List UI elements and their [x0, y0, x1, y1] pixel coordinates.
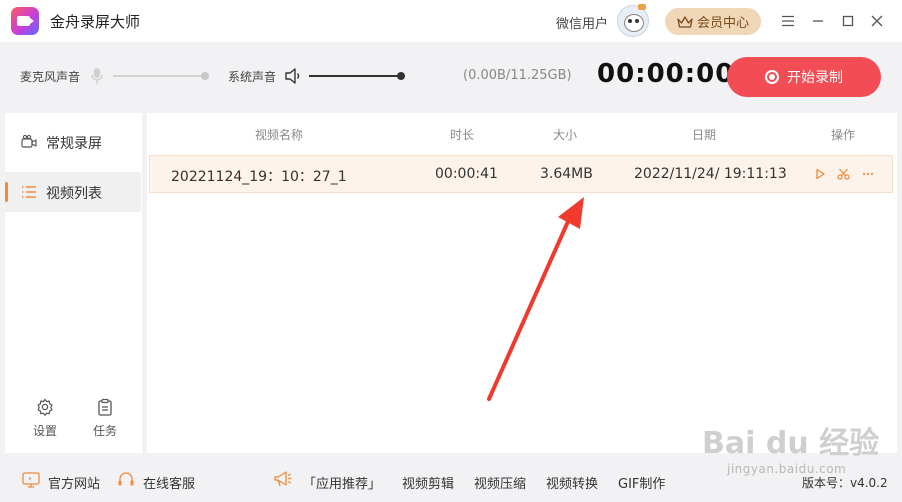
active-indicator	[5, 182, 8, 202]
record-dot-icon	[765, 70, 779, 84]
sidebar-item-label: 常规录屏	[46, 136, 102, 152]
column-header-date[interactable]: 日期	[692, 126, 716, 143]
mic-volume-slider[interactable]	[113, 75, 207, 77]
app-logo-icon	[11, 7, 39, 35]
sidebar-item-label: 视频列表	[46, 186, 102, 202]
menu-icon	[782, 15, 794, 27]
minimize-icon	[813, 20, 823, 22]
menu-button[interactable]	[778, 11, 798, 31]
mic-volume-label: 麦克风声音	[20, 70, 81, 84]
camera-icon	[21, 134, 37, 148]
column-header-name[interactable]: 视频名称	[255, 126, 303, 143]
play-icon[interactable]	[814, 168, 826, 180]
start-record-label: 开始录制	[787, 70, 843, 86]
footer-link-video-convert[interactable]: 视频转换	[546, 473, 598, 492]
close-button[interactable]	[867, 11, 887, 31]
scissors-icon[interactable]	[837, 168, 850, 180]
app-title: 金舟录屏大师	[50, 13, 141, 31]
footer-link-video-edit[interactable]: 视频剪辑	[402, 473, 454, 492]
storage-usage: (0.00B/11.25GB)	[463, 68, 572, 83]
system-volume-label: 系统声音	[228, 70, 277, 84]
minimize-button[interactable]	[808, 11, 828, 31]
vip-center-label: 会员中心	[696, 16, 749, 31]
tasks-button[interactable]: 任务	[88, 398, 122, 442]
crown-icon	[677, 15, 693, 28]
list-icon	[22, 186, 36, 198]
crown-badge-icon	[638, 4, 646, 10]
version-label: 版本号：v4.0.2	[802, 476, 888, 490]
more-icon[interactable]	[862, 168, 874, 180]
mic-volume-knob[interactable]	[201, 72, 209, 80]
video-duration-cell: 00:00:41	[435, 166, 498, 182]
footer-link-gif-maker[interactable]: GIF制作	[618, 473, 665, 492]
speaker-icon[interactable]	[284, 67, 302, 85]
column-header-size[interactable]: 大小	[553, 126, 577, 143]
user-name[interactable]: 微信用户	[556, 13, 608, 32]
official-website-link[interactable]: 官方网站	[48, 473, 100, 492]
monitor-icon	[22, 472, 40, 488]
column-header-actions: 操作	[831, 128, 856, 142]
footer-link-video-compress[interactable]: 视频压缩	[474, 473, 526, 492]
start-record-button[interactable]: 开始录制	[727, 57, 881, 97]
video-size-cell: 3.64MB	[540, 166, 593, 182]
clipboard-icon	[98, 398, 112, 416]
annotation-arrow	[487, 197, 584, 401]
app-recommend-link[interactable]: 「应用推荐」	[303, 473, 381, 492]
video-date-cell: 2022/11/24/ 19:11:13	[634, 166, 787, 182]
settings-button[interactable]: 设置	[28, 398, 62, 442]
maximize-icon	[842, 15, 854, 27]
sidebar-item-video-list[interactable]: 视频列表	[5, 172, 141, 212]
headset-icon	[118, 472, 134, 486]
gear-icon	[37, 398, 53, 416]
system-volume-slider[interactable]	[309, 75, 401, 77]
video-name-cell: 20221124_19：10：27_1	[171, 169, 347, 185]
column-header-duration[interactable]: 时长	[450, 126, 474, 143]
vip-center-button[interactable]: 会员中心	[665, 8, 761, 35]
tasks-label: 任务	[92, 424, 117, 438]
online-support-link[interactable]: 在线客服	[143, 473, 195, 492]
sidebar-item-normal-record[interactable]: 常规录屏	[5, 122, 141, 162]
maximize-button[interactable]	[838, 11, 858, 31]
microphone-icon[interactable]	[90, 67, 104, 85]
record-timer: 00:00:00	[597, 59, 735, 89]
settings-label: 设置	[32, 424, 57, 438]
close-icon	[871, 15, 883, 27]
megaphone-icon	[274, 471, 292, 487]
system-volume-knob[interactable]	[397, 72, 405, 80]
watermark-brand: Bai du 经验	[702, 426, 880, 461]
